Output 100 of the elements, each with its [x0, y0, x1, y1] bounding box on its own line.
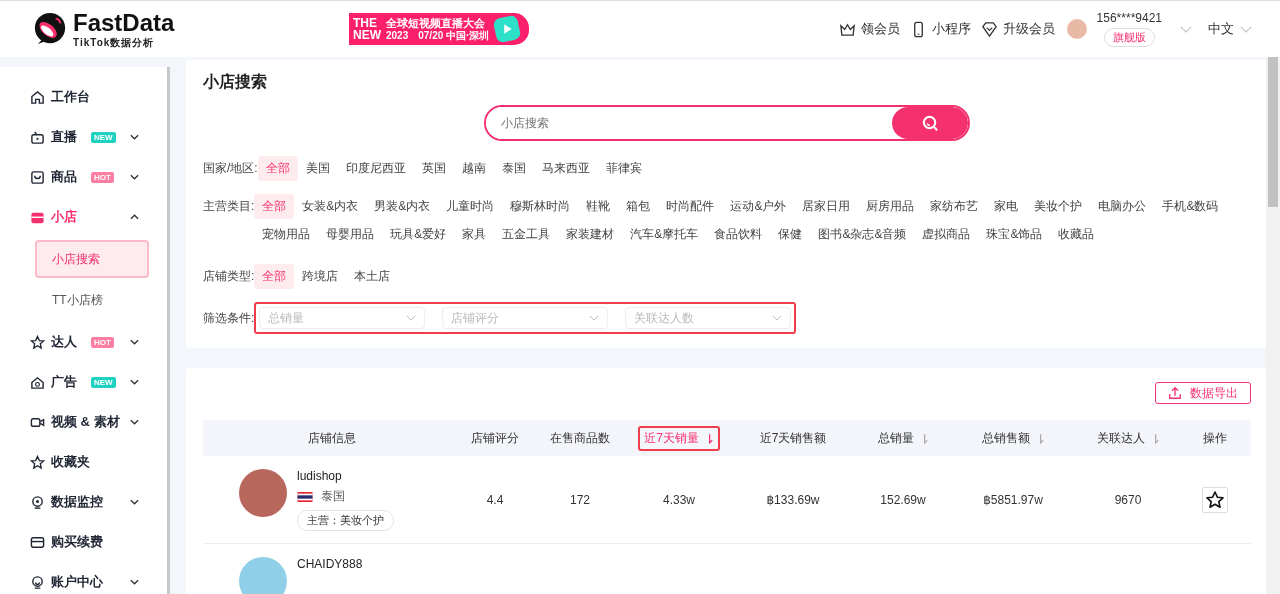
sidebar-item[interactable]: 数据监控	[0, 482, 167, 522]
banner-title: 全球短视频直播大会	[386, 17, 485, 30]
filter-option[interactable]: 图书&杂志&音频	[810, 222, 915, 247]
shop-name[interactable]: ludishop	[297, 469, 342, 483]
menu-item-icon	[30, 169, 45, 185]
sidebar-item[interactable]: 视频 & 素材	[0, 402, 167, 442]
filter-option[interactable]: 鞋靴	[578, 194, 619, 219]
filter-option[interactable]: 儿童时尚	[438, 194, 503, 219]
filter-option[interactable]: 家纺布艺	[922, 194, 987, 219]
logo-subtitle: TikTok数据分析	[73, 37, 156, 48]
filter-option[interactable]: 汽车&摩托车	[622, 222, 707, 247]
filter-option[interactable]: 男装&内衣	[366, 194, 439, 219]
filter-option[interactable]: 时尚配件	[658, 194, 723, 219]
filter-option[interactable]: 英国	[413, 156, 454, 181]
crown-icon	[838, 20, 856, 38]
filter-option[interactable]: 收藏品	[1050, 222, 1103, 247]
filter-option[interactable]: 泰国	[493, 156, 534, 181]
export-button[interactable]: 数据导出	[1155, 382, 1251, 404]
filter-label: 店铺类型:	[203, 268, 255, 285]
page-title: 小店搜索	[203, 72, 268, 92]
search-icon	[920, 113, 940, 133]
menu-item-icon	[30, 89, 45, 105]
filter-option[interactable]: 手机&数码	[1154, 194, 1227, 219]
menu-badge: HOT	[91, 336, 114, 348]
sortable-column-header[interactable]: 近7天销量	[638, 425, 720, 451]
filter-option[interactable]: 珠宝&饰品	[978, 222, 1051, 247]
sortable-column-header[interactable]: 总销售额	[975, 425, 1051, 451]
chevron-down-icon[interactable]	[1180, 25, 1192, 33]
filter-option[interactable]: 玩具&爱好	[382, 222, 455, 247]
search-box[interactable]: 小店搜索	[484, 105, 970, 141]
filter-option[interactable]: 女装&内衣	[294, 194, 367, 219]
filter-option[interactable]: 印度尼西亚	[337, 156, 414, 181]
filter-label: 筛选条件:	[203, 310, 255, 327]
search-button[interactable]	[892, 107, 968, 139]
menu-item-icon	[30, 574, 45, 590]
filter-option[interactable]: 电脑办公	[1090, 194, 1155, 219]
sidebar-item[interactable]: 购买续费	[0, 522, 167, 562]
table-cell-text: 4.4	[485, 492, 505, 507]
filter-label: 国家/地区:	[203, 160, 258, 177]
filter-option[interactable]: 家具	[454, 222, 495, 247]
sortable-column-header[interactable]: 关联达人	[1090, 425, 1166, 451]
page-scrollbar[interactable]	[1266, 57, 1280, 594]
filter-option[interactable]: 家电	[986, 194, 1027, 219]
shop-name[interactable]: CHAIDY888	[297, 557, 363, 571]
menu-item-icon	[30, 494, 45, 510]
filter-option[interactable]: 五金工具	[494, 222, 559, 247]
submenu-item[interactable]: TT小店榜	[35, 281, 149, 319]
table-cell-text: 152.69w	[879, 492, 927, 507]
filter-option[interactable]: 宠物用品	[254, 222, 319, 247]
sidebar-item[interactable]: 工作台	[0, 77, 167, 117]
sidebar-item[interactable]: 小店	[0, 197, 167, 237]
filter-option[interactable]: 居家日用	[794, 194, 859, 219]
column-header: 近7天销售额	[758, 429, 828, 447]
filter-option[interactable]: 运动&户外	[722, 194, 795, 219]
filter-option[interactable]: 母婴用品	[318, 222, 383, 247]
event-banner[interactable]: THE NEW 全球短视频直播大会 2023 07/20 中国·深圳	[349, 13, 530, 45]
sidebar-item[interactable]: 收藏夹	[0, 442, 167, 482]
filter-option[interactable]: 本土店	[346, 264, 399, 289]
favorite-button[interactable]	[1201, 486, 1228, 513]
filter-option[interactable]: 马来西亚	[533, 156, 598, 181]
filter-option[interactable]: 虚拟商品	[914, 222, 979, 247]
filter-option[interactable]: 美妆个护	[1026, 194, 1091, 219]
menu-item-icon	[30, 129, 45, 145]
table-cell-text: ฿5851.97w	[982, 492, 1044, 507]
filter-option[interactable]: 保健	[770, 222, 811, 247]
sidebar-item[interactable]: 达人 HOT	[0, 322, 167, 362]
filter-option[interactable]: 美国	[297, 156, 338, 181]
filter-option[interactable]: 菲律宾	[597, 156, 650, 181]
table-cell-text: 172	[569, 492, 591, 507]
table-cell-text: ฿133.69w	[765, 492, 821, 507]
menu-item-icon	[30, 454, 45, 470]
sidebar-item[interactable]: 直播 NEW	[0, 117, 167, 157]
menu-badge: HOT	[91, 171, 114, 183]
user-avatar[interactable]	[1066, 19, 1087, 39]
filter-option[interactable]: 厨房用品	[858, 194, 923, 219]
menu-item-icon	[30, 334, 45, 350]
menu-badge: NEW	[91, 131, 116, 143]
column-header: 操作	[1201, 429, 1228, 447]
shop-avatar-photo-placeholder	[239, 557, 287, 594]
banner-tag: THE	[353, 17, 381, 29]
header-link[interactable]: 领会员	[838, 20, 900, 38]
language-selector[interactable]: 中文	[1208, 20, 1252, 38]
filter-option[interactable]: 越南	[453, 156, 494, 181]
filter-option[interactable]: 穆斯林时尚	[502, 194, 579, 219]
filter-option[interactable]: 食品饮料	[706, 222, 771, 247]
sortable-column-header[interactable]: 总销量	[871, 425, 935, 451]
flag-icon	[297, 491, 313, 502]
header-link[interactable]: 升级会员	[980, 20, 1055, 38]
filter-option[interactable]: 跨境店	[294, 264, 347, 289]
play-icon	[493, 15, 522, 43]
filter-option[interactable]: 家装建材	[558, 222, 623, 247]
chevron-down-icon	[1240, 25, 1252, 33]
sidebar-item[interactable]: 广告 NEW	[0, 362, 167, 402]
sidebar-item[interactable]: 账户中心	[0, 562, 167, 594]
filter-option[interactable]: 箱包	[618, 194, 659, 219]
header-link[interactable]: 小程序	[909, 20, 971, 38]
category-tag: 主营：美妆个护	[297, 510, 394, 531]
sidebar-item[interactable]: 商品 HOT	[0, 157, 167, 197]
column-header: 在售商品数	[549, 429, 611, 447]
shop-country: 泰国	[321, 488, 345, 505]
